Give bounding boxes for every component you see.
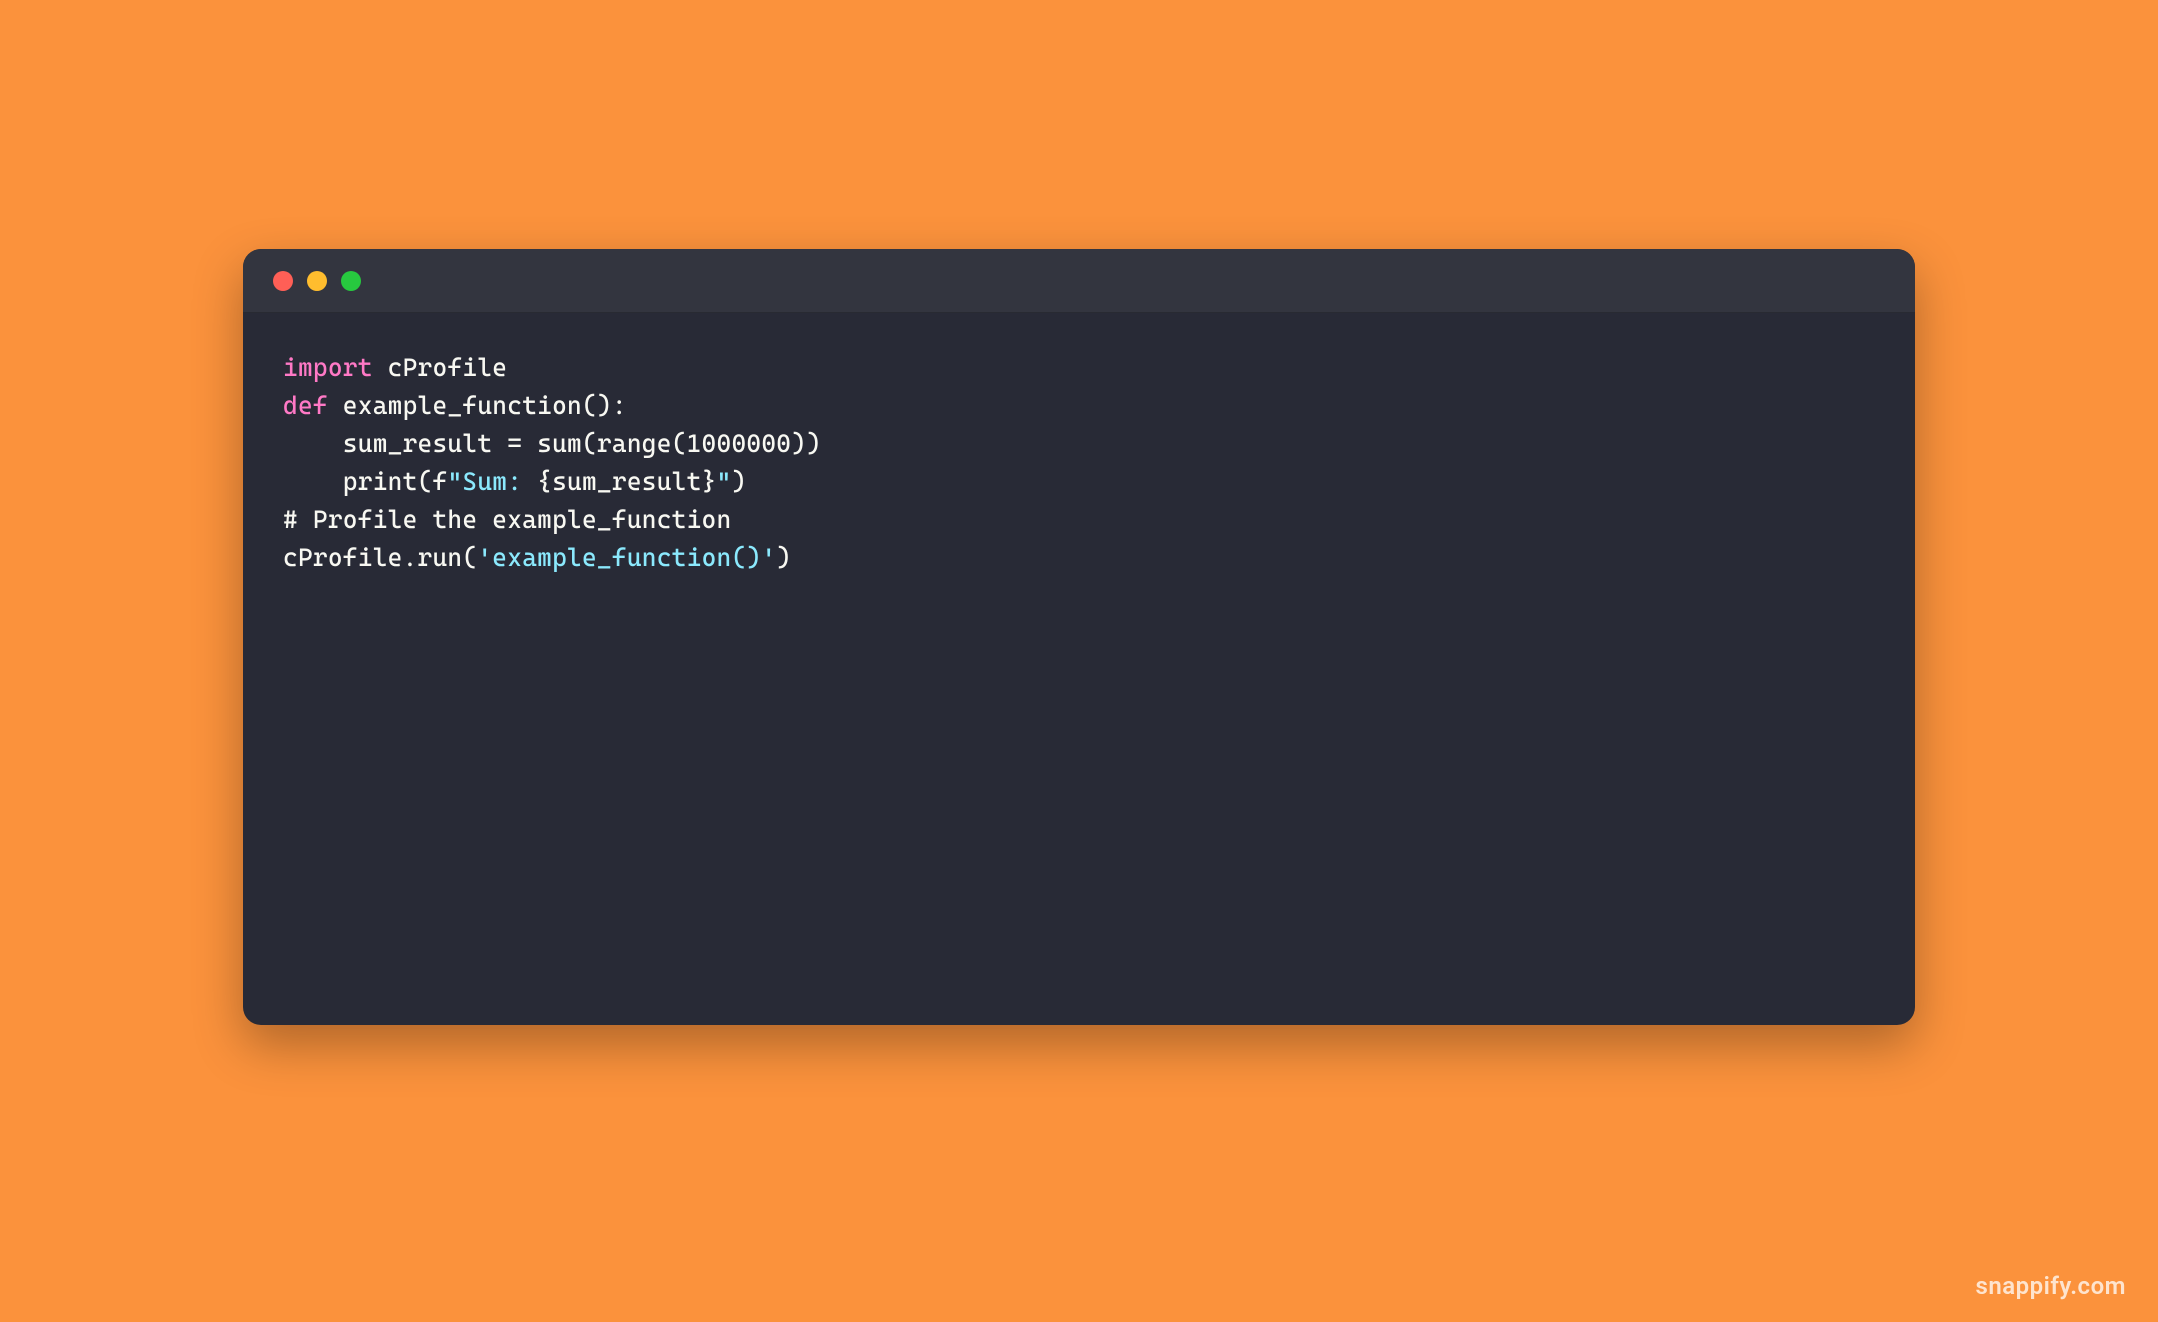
code-window: import cProfiledef example_function(): s… xyxy=(243,249,1915,1025)
code-token: ) xyxy=(731,467,746,496)
keyword-token: import xyxy=(283,353,373,382)
string-token: 'example_function()' xyxy=(477,543,776,572)
interpolation-token: {sum_result} xyxy=(537,467,716,496)
minimize-icon[interactable] xyxy=(307,271,327,291)
keyword-token: def xyxy=(283,391,328,420)
string-token: " xyxy=(717,467,732,496)
code-line: print(f"Sum: {sum_result}") xyxy=(283,463,1875,501)
maximize-icon[interactable] xyxy=(341,271,361,291)
code-token: ) xyxy=(776,543,791,572)
code-token: example_function(): xyxy=(328,391,627,420)
window-titlebar xyxy=(243,249,1915,313)
code-token: cProfile xyxy=(373,353,508,382)
code-token: print(f xyxy=(283,467,447,496)
watermark: snappify.com xyxy=(1976,1272,2126,1300)
close-icon[interactable] xyxy=(273,271,293,291)
code-token: cProfile.run( xyxy=(283,543,477,572)
code-line: import cProfile xyxy=(283,349,1875,387)
code-line: cProfile.run('example_function()') xyxy=(283,539,1875,577)
comment-line: # Profile the example_function xyxy=(283,501,1875,539)
code-content: import cProfiledef example_function(): s… xyxy=(243,313,1915,613)
string-token: "Sum: xyxy=(447,467,537,496)
code-line: sum_result = sum(range(1000000)) xyxy=(283,425,1875,463)
code-line: def example_function(): xyxy=(283,387,1875,425)
